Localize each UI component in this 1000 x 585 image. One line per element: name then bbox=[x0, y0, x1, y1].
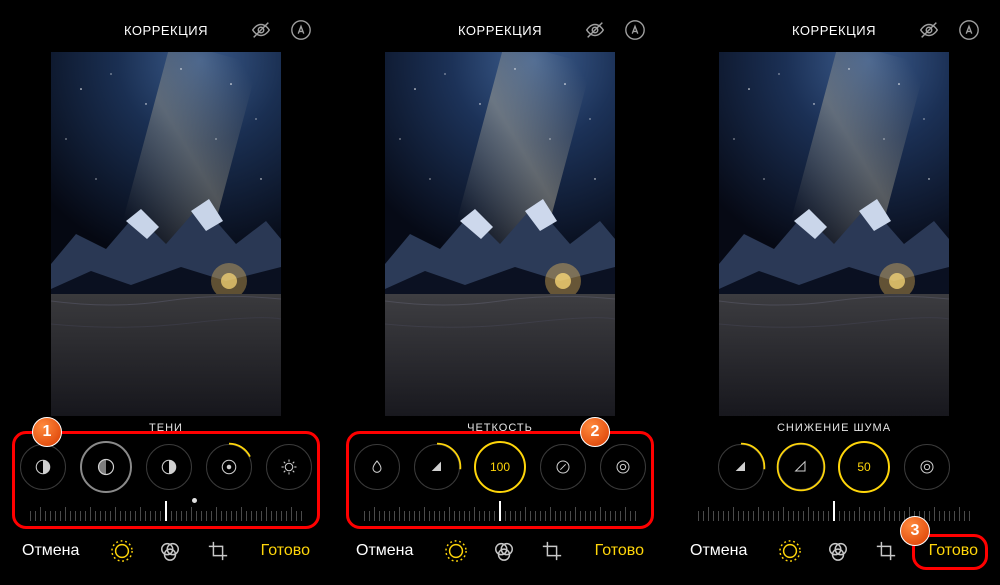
crop-tab-icon[interactable] bbox=[541, 540, 563, 562]
dial-brightness[interactable] bbox=[206, 444, 252, 490]
crop-tab-icon[interactable] bbox=[875, 540, 897, 562]
header-icons bbox=[918, 19, 980, 41]
eye-off-icon[interactable] bbox=[918, 19, 940, 41]
done-button[interactable]: Готово bbox=[595, 542, 644, 560]
dial-sharpness[interactable] bbox=[718, 444, 764, 490]
auto-icon[interactable] bbox=[290, 19, 312, 41]
dial-value: 50 bbox=[857, 460, 870, 474]
header: КОРРЕКЦИЯ bbox=[340, 8, 660, 52]
dial-vignette[interactable] bbox=[904, 444, 950, 490]
filters-tab-icon[interactable] bbox=[827, 540, 849, 562]
filters-tab-icon[interactable] bbox=[493, 540, 515, 562]
dial-definition[interactable]: 100 bbox=[474, 441, 526, 493]
done-button[interactable]: Готово bbox=[929, 542, 978, 560]
photo-preview[interactable] bbox=[719, 52, 949, 416]
adjustment-name: СНИЖЕНИЕ ШУМА bbox=[674, 416, 994, 438]
dial-contrast[interactable] bbox=[146, 444, 192, 490]
header: КОРРЕКЦИЯ bbox=[674, 8, 994, 52]
dial-highlights[interactable] bbox=[20, 444, 66, 490]
adjust-tab-icon[interactable] bbox=[779, 540, 801, 562]
header-icons bbox=[250, 19, 312, 41]
photo-preview[interactable] bbox=[51, 52, 281, 416]
adjust-tab-icon[interactable] bbox=[445, 540, 467, 562]
header: КОРРЕКЦИЯ bbox=[6, 8, 326, 52]
bottom-bar: Отмена Готово bbox=[674, 526, 994, 576]
value-ruler[interactable] bbox=[674, 496, 994, 526]
cancel-button[interactable]: Отмена bbox=[690, 542, 747, 560]
dial-row bbox=[6, 438, 326, 496]
dial-sharpness[interactable] bbox=[414, 444, 460, 490]
dial-blackpoint[interactable] bbox=[266, 444, 312, 490]
dial-vignette[interactable] bbox=[600, 444, 646, 490]
filters-tab-icon[interactable] bbox=[159, 540, 181, 562]
dial-saturation[interactable] bbox=[354, 444, 400, 490]
bottom-bar: Отмена Готово bbox=[6, 526, 326, 576]
dial-definition[interactable] bbox=[778, 444, 824, 490]
step-badge-3: 3 bbox=[900, 516, 930, 546]
eye-off-icon[interactable] bbox=[584, 19, 606, 41]
auto-icon[interactable] bbox=[958, 19, 980, 41]
dial-shadows[interactable] bbox=[80, 441, 132, 493]
adjustment-name: ЧЕТКОСТЬ bbox=[340, 416, 660, 438]
auto-icon[interactable] bbox=[624, 19, 646, 41]
value-ruler[interactable] bbox=[6, 496, 326, 526]
crop-tab-icon[interactable] bbox=[207, 540, 229, 562]
dial-row: 100 bbox=[340, 438, 660, 496]
bottom-bar: Отмена Готово bbox=[340, 526, 660, 576]
dial-noise[interactable] bbox=[540, 444, 586, 490]
cancel-button[interactable]: Отмена bbox=[22, 542, 79, 560]
triptych: КОРРЕКЦИЯ bbox=[0, 0, 1000, 585]
dial-value: 100 bbox=[490, 460, 510, 474]
done-button[interactable]: Готово bbox=[261, 542, 310, 560]
photo-preview[interactable] bbox=[385, 52, 615, 416]
step-badge-2: 2 bbox=[580, 417, 610, 447]
screen-1: КОРРЕКЦИЯ bbox=[6, 8, 326, 576]
header-icons bbox=[584, 19, 646, 41]
adjust-tab-icon[interactable] bbox=[111, 540, 133, 562]
screen-2: КОРРЕКЦИЯ ЧЕТКОСТЬ 100 Отмена bbox=[340, 8, 660, 576]
value-ruler[interactable] bbox=[340, 496, 660, 526]
step-badge-1: 1 bbox=[32, 417, 62, 447]
eye-off-icon[interactable] bbox=[250, 19, 272, 41]
screen-3: КОРРЕКЦИЯ СНИЖЕНИЕ ШУМА 50 Отмена bbox=[674, 8, 994, 576]
dial-noise[interactable]: 50 bbox=[838, 441, 890, 493]
dial-row: 50 bbox=[674, 438, 994, 496]
cancel-button[interactable]: Отмена bbox=[356, 542, 413, 560]
